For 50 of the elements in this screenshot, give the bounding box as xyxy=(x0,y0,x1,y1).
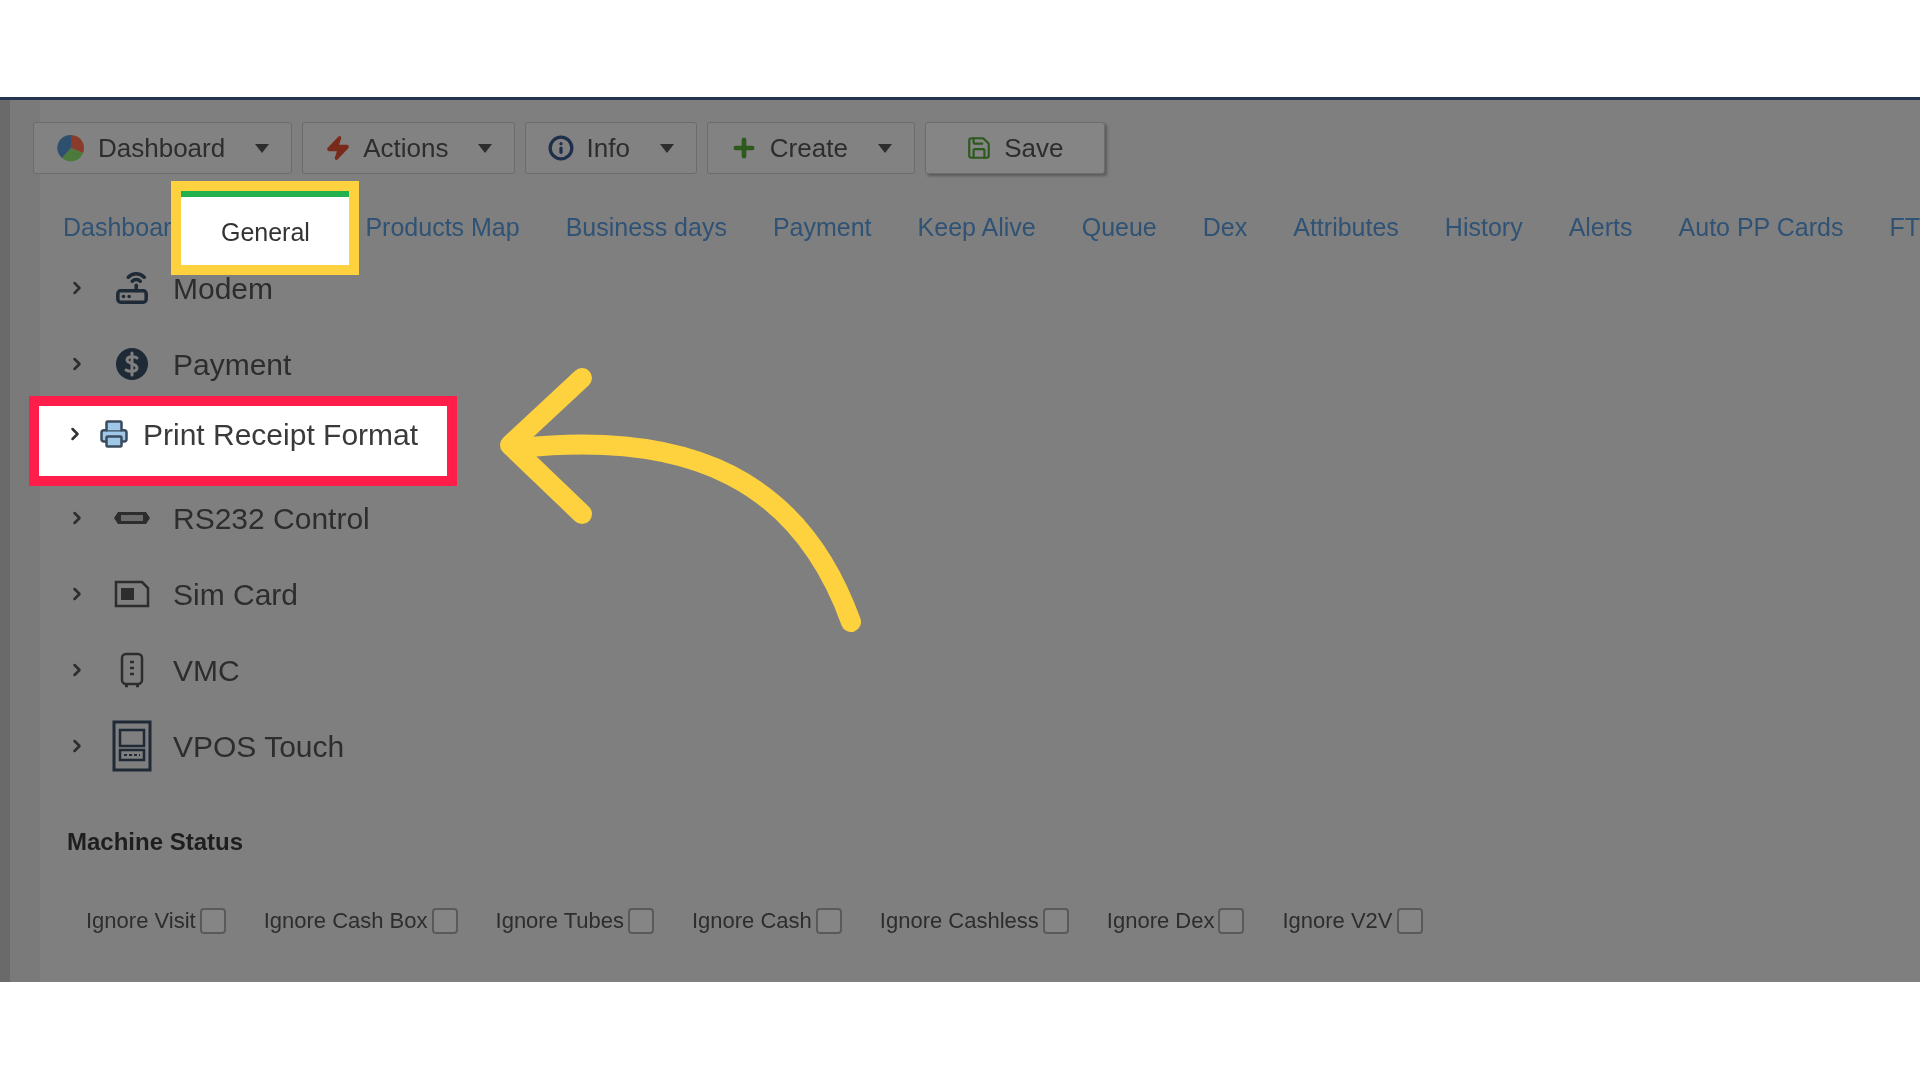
tab[interactable]: FT xyxy=(1889,209,1920,247)
checkbox[interactable] xyxy=(199,907,226,934)
checkbox[interactable] xyxy=(815,907,842,934)
lightning-icon xyxy=(325,135,352,161)
printer-icon xyxy=(99,419,129,449)
tree-item[interactable]: Sim Card xyxy=(67,556,1920,632)
sim-card-icon xyxy=(114,580,150,608)
toolbar-button[interactable]: Save xyxy=(924,122,1105,174)
option-label: Ignore V2V xyxy=(1282,907,1393,935)
tree-item[interactable]: Print Receipt Format xyxy=(29,396,457,486)
tab[interactable]: Payment xyxy=(772,209,872,247)
caret-icon xyxy=(659,143,674,153)
checkbox[interactable] xyxy=(1396,907,1423,934)
dropdown-button[interactable]: Dashboard xyxy=(33,122,293,174)
checkbox[interactable] xyxy=(431,907,458,934)
dropdown-button[interactable]: Info xyxy=(525,122,697,174)
caret-icon xyxy=(877,143,892,153)
option-label: Ignore Cashless xyxy=(879,907,1039,935)
option-label: Ignore Visit xyxy=(86,907,196,935)
caret-icon xyxy=(478,143,493,153)
checkbox[interactable] xyxy=(1042,907,1069,934)
dollar-icon xyxy=(115,347,149,381)
tree-item[interactable]: VMC xyxy=(67,632,1920,708)
dropdown-button[interactable]: Create xyxy=(706,122,915,174)
option-label: Ignore Cash xyxy=(691,907,812,935)
checkbox[interactable] xyxy=(627,907,654,934)
tab[interactable]: Alerts xyxy=(1568,209,1633,247)
tab[interactable]: Dex xyxy=(1202,209,1248,247)
checkbox[interactable] xyxy=(1218,907,1245,934)
tab[interactable]: Business days xyxy=(565,209,727,247)
tab[interactable]: General xyxy=(171,181,360,275)
section-title: Machine Status xyxy=(67,827,245,857)
terminal-icon xyxy=(112,720,152,772)
info-icon xyxy=(548,135,575,161)
tab[interactable]: Dashboar xyxy=(63,209,172,247)
tab[interactable]: Products Map xyxy=(365,209,520,247)
tab[interactable]: Auto PP Cards xyxy=(1678,209,1844,247)
option-label: Ignore Dex xyxy=(1106,907,1215,935)
pie-chart-icon xyxy=(56,133,86,163)
tab[interactable]: Queue xyxy=(1081,209,1157,247)
option-label: Ignore Tubes xyxy=(495,907,624,935)
router-icon xyxy=(115,271,149,305)
vending-machine-icon xyxy=(120,652,144,688)
caret-icon xyxy=(255,143,270,153)
tab[interactable]: Keep Alive xyxy=(917,209,1036,247)
option-label: Ignore Cash Box xyxy=(263,907,428,935)
tab[interactable]: Attributes xyxy=(1293,209,1399,247)
tab[interactable]: History xyxy=(1444,209,1523,247)
dropdown-button[interactable]: Actions xyxy=(302,122,516,174)
tree-item[interactable]: VPOS Touch xyxy=(67,708,1920,784)
